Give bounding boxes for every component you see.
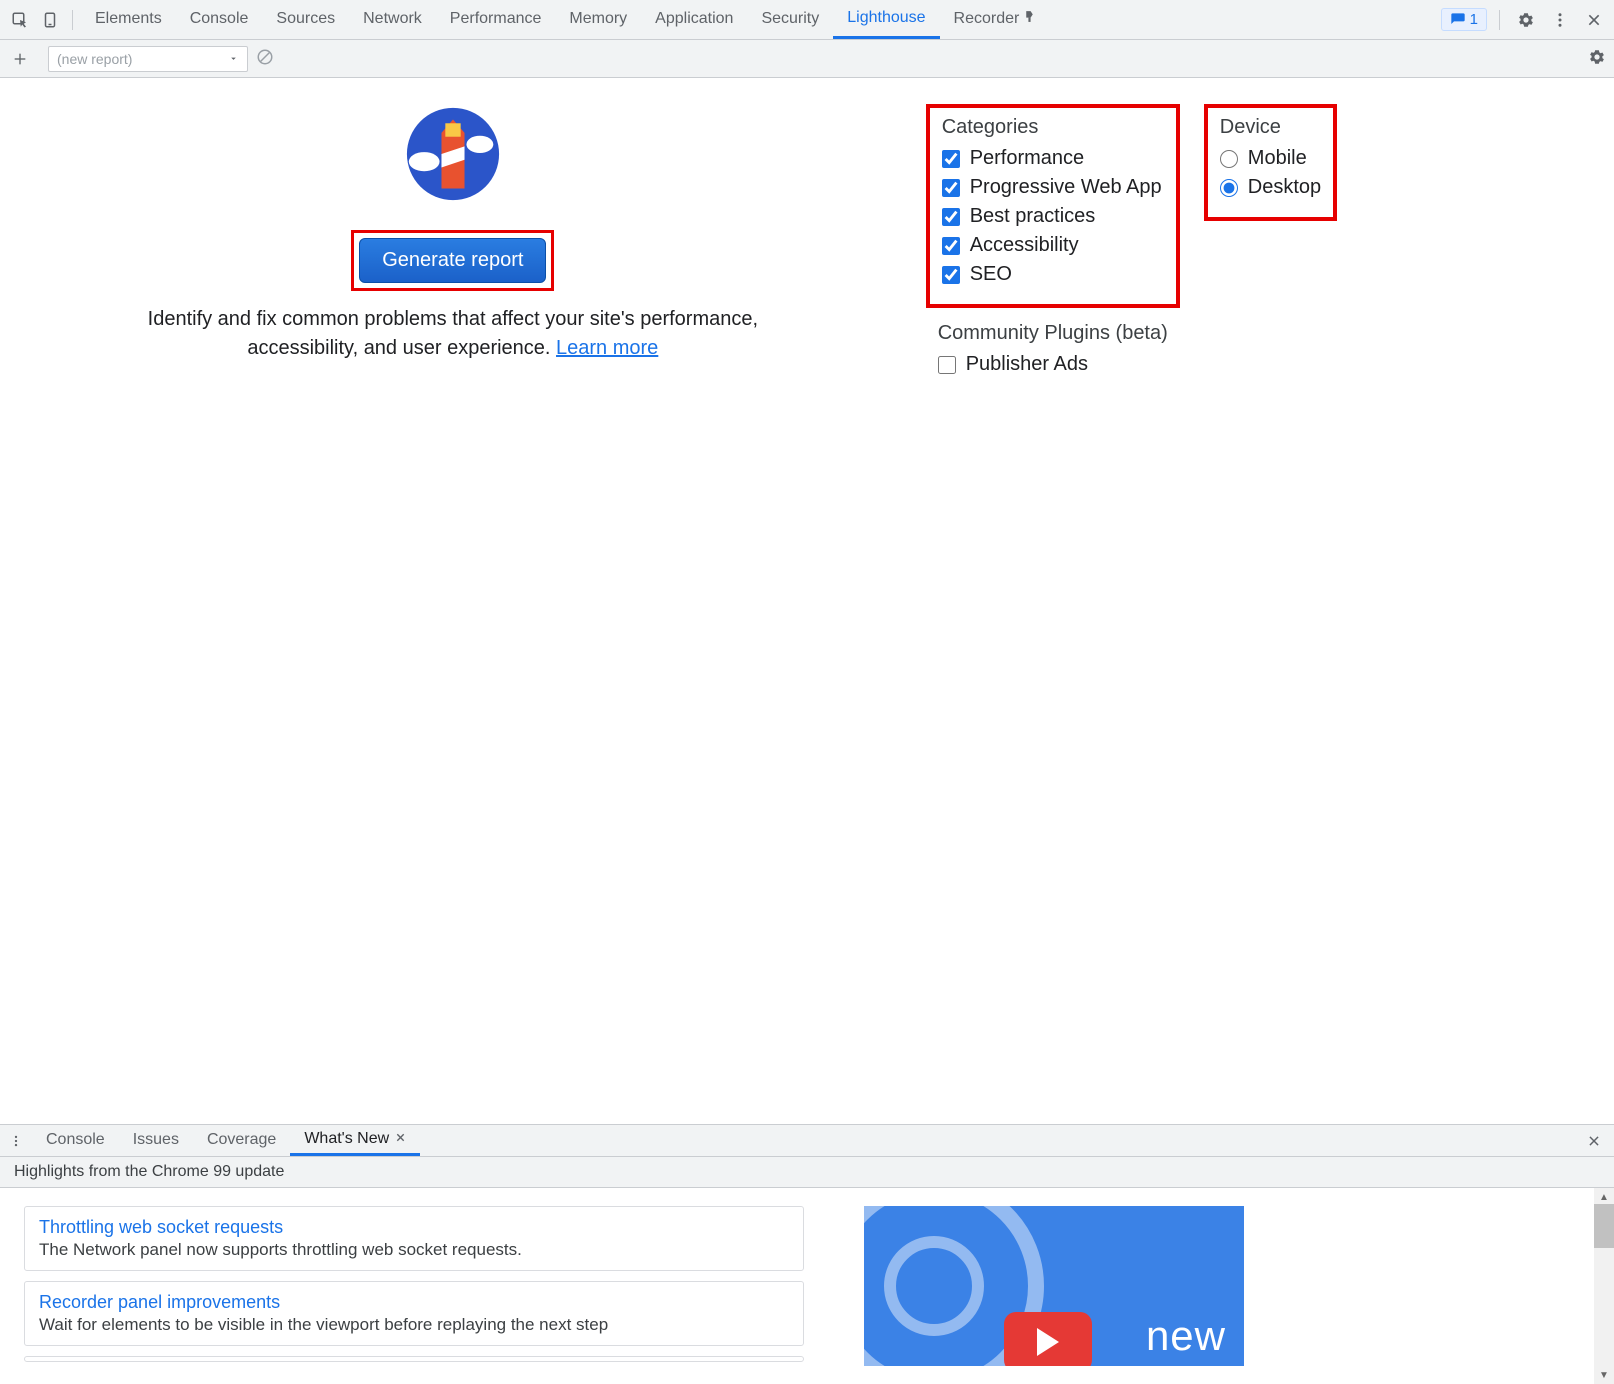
device-radio[interactable] (1220, 150, 1238, 168)
news-title: Recorder panel improvements (39, 1292, 789, 1313)
highlights-heading: Highlights from the Chrome 99 update (0, 1157, 1614, 1188)
scroll-up-icon[interactable]: ▲ (1597, 1190, 1611, 1204)
scroll-down-icon[interactable]: ▼ (1597, 1368, 1611, 1382)
close-tab-icon[interactable] (395, 1130, 406, 1148)
category-checkbox[interactable] (942, 208, 960, 226)
news-subtitle: The Network panel now supports throttlin… (39, 1240, 789, 1260)
play-icon (1004, 1312, 1092, 1366)
clear-icon[interactable] (256, 48, 274, 69)
device-desktop[interactable]: Desktop (1220, 176, 1321, 199)
settings-gear-icon[interactable] (1512, 6, 1540, 34)
report-select[interactable]: (new report) (48, 46, 248, 72)
tab-performance[interactable]: Performance (436, 0, 556, 39)
tab-lighthouse[interactable]: Lighthouse (833, 0, 939, 39)
category-performance[interactable]: Performance (942, 147, 1164, 170)
inspect-element-icon[interactable] (6, 6, 34, 34)
plugins-title: Community Plugins (beta) (938, 322, 1168, 345)
tab-console[interactable]: Console (176, 0, 263, 39)
lighthouse-settings-gear-icon[interactable] (1588, 48, 1606, 66)
category-seo[interactable]: SEO (942, 263, 1164, 286)
drawer: ConsoleIssuesCoverageWhat's New Highligh… (0, 1124, 1614, 1384)
device-toggle-icon[interactable] (36, 6, 64, 34)
drawer-tab-console[interactable]: Console (32, 1125, 119, 1156)
video-overlay-text: new (1146, 1312, 1226, 1360)
report-select-label: (new report) (57, 51, 132, 67)
news-card[interactable] (24, 1356, 804, 1362)
category-accessibility[interactable]: Accessibility (942, 234, 1164, 257)
issues-count: 1 (1470, 11, 1478, 28)
more-menu-icon[interactable] (1546, 6, 1574, 34)
generate-report-highlight: Generate report (351, 230, 554, 291)
tab-security[interactable]: Security (747, 0, 833, 39)
community-plugins-group: Community Plugins (beta) Publisher Ads (926, 314, 1180, 394)
scrollbar-track[interactable]: ▲ ▼ (1594, 1188, 1614, 1384)
tab-network[interactable]: Network (349, 0, 436, 39)
tab-application[interactable]: Application (641, 0, 747, 39)
categories-title: Categories (942, 116, 1164, 139)
devtools-top-bar: ElementsConsoleSourcesNetworkPerformance… (0, 0, 1614, 40)
tab-elements[interactable]: Elements (81, 0, 176, 39)
category-checkbox[interactable] (942, 237, 960, 255)
drawer-more-icon[interactable] (6, 1131, 26, 1151)
new-report-button[interactable] (8, 47, 32, 71)
category-best-practices[interactable]: Best practices (942, 205, 1164, 228)
news-title: Throttling web socket requests (39, 1217, 789, 1238)
lighthouse-logo-icon (405, 106, 501, 202)
category-checkbox[interactable] (942, 179, 960, 197)
news-card[interactable]: Recorder panel improvementsWait for elem… (24, 1281, 804, 1346)
drawer-close-icon[interactable] (1580, 1127, 1608, 1155)
whats-new-video[interactable]: new (864, 1206, 1244, 1366)
scrollbar-thumb[interactable] (1594, 1204, 1614, 1248)
device-mobile[interactable]: Mobile (1220, 147, 1321, 170)
lighthouse-toolbar: (new report) (0, 40, 1614, 78)
drawer-tab-issues[interactable]: Issues (119, 1125, 193, 1156)
tab-memory[interactable]: Memory (555, 0, 641, 39)
tab-sources[interactable]: Sources (262, 0, 349, 39)
category-checkbox[interactable] (942, 266, 960, 284)
plugin-checkbox[interactable] (938, 356, 956, 374)
generate-report-button[interactable]: Generate report (359, 238, 546, 283)
top-tabs: ElementsConsoleSourcesNetworkPerformance… (81, 0, 1050, 39)
device-title: Device (1220, 116, 1321, 139)
drawer-tabs: ConsoleIssuesCoverageWhat's New (0, 1125, 1614, 1157)
close-devtools-icon[interactable] (1580, 6, 1608, 34)
lighthouse-panel: Generate report Identify and fix common … (0, 78, 1614, 1124)
news-card[interactable]: Throttling web socket requestsThe Networ… (24, 1206, 804, 1271)
category-checkbox[interactable] (942, 150, 960, 168)
news-list: Throttling web socket requestsThe Networ… (24, 1206, 804, 1366)
drawer-tab-what-s-new[interactable]: What's New (290, 1125, 420, 1156)
device-radio[interactable] (1220, 179, 1238, 197)
news-subtitle: Wait for elements to be visible in the v… (39, 1315, 789, 1335)
tab-recorder[interactable]: Recorder (940, 0, 1051, 39)
category-progressive-web-app[interactable]: Progressive Web App (942, 176, 1164, 199)
learn-more-link[interactable]: Learn more (556, 337, 658, 359)
device-group: Device Mobile Desktop (1204, 104, 1337, 221)
issues-badge[interactable]: 1 (1441, 8, 1487, 31)
drawer-tab-coverage[interactable]: Coverage (193, 1125, 290, 1156)
lighthouse-description: Identify and fix common problems that af… (133, 305, 773, 363)
plugin-publisher-ads[interactable]: Publisher Ads (938, 353, 1168, 376)
categories-group: Categories Performance Progressive Web Ap… (926, 104, 1180, 308)
